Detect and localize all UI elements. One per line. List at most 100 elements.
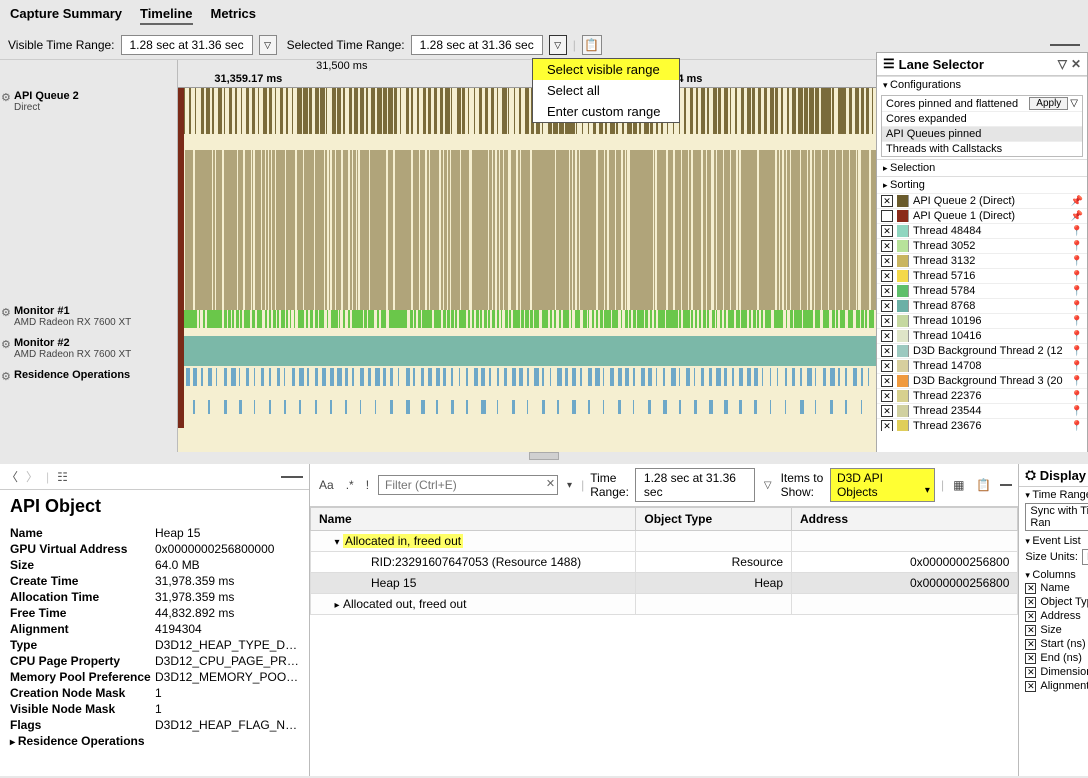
checkbox[interactable]: ✕ [1025,583,1036,594]
checkbox[interactable]: ✕ [1025,597,1036,608]
mid-time-range-dropdown[interactable]: ▽ [761,480,775,491]
filter-input[interactable] [378,475,558,495]
collapse-props-button[interactable] [281,476,303,478]
lane-residence-ops[interactable]: ⚙ Residence Operations [0,367,177,393]
copy-range-button[interactable]: 📋 [582,35,602,55]
pin-icon[interactable]: 📍 [1071,406,1083,417]
lane-item[interactable]: ✕ Thread 48484 📍 [877,223,1087,238]
checkbox[interactable]: ✕ [1025,611,1036,622]
pin-icon[interactable]: 📍 [1071,421,1083,432]
items-to-show-select[interactable]: D3D API Objects [830,468,935,502]
menu-enter-custom[interactable]: Enter custom range [533,101,679,122]
lane-item[interactable]: ✕ D3D Background Thread 3 (20 📍 [877,373,1087,388]
config-row[interactable]: API Queues pinned [882,127,1082,142]
lane-item[interactable]: ✕ Thread 5716 📍 [877,268,1087,283]
column-checkbox[interactable]: ✕End (ns) [1025,651,1088,665]
pin-icon[interactable]: 📍 [1071,331,1083,342]
object-table[interactable]: Name Object Type Address ▾Allocated in, … [310,507,1018,615]
checkbox[interactable]: ✕ [881,270,893,282]
column-checkbox[interactable]: ✕Size [1025,623,1088,637]
pin-icon[interactable]: 📍 [1071,226,1083,237]
column-checkbox[interactable]: ✕Address [1025,609,1088,623]
lane-item[interactable]: API Queue 1 (Direct) 📌 [877,208,1087,223]
col-type[interactable]: Object Type [636,508,792,531]
close-icon[interactable]: ✕ [1071,57,1081,71]
gear-icon[interactable]: ⚙ [1,91,11,104]
checkbox[interactable]: ✕ [881,225,893,237]
column-checkbox[interactable]: ✕Dimension [1025,665,1088,679]
pin-icon[interactable]: 📍 [1071,316,1083,327]
checkbox[interactable]: ✕ [1025,625,1036,636]
checkbox[interactable]: ✕ [881,285,893,297]
checkbox[interactable]: ✕ [881,315,893,327]
expand-icon[interactable]: ▸ [331,600,343,611]
horizontal-splitter[interactable] [0,452,1088,464]
regex-icon[interactable]: .* [343,478,357,492]
nav-forward-button[interactable]: 〉 [26,468,38,485]
visible-range-dropdown[interactable]: ▽ [259,35,277,55]
column-checkbox[interactable]: ✕Start (ns) [1025,637,1088,651]
checkbox[interactable]: ✕ [881,345,893,357]
lane-item[interactable]: ✕ Thread 22376 📍 [877,388,1087,403]
size-units-select[interactable]: Bytes (B) [1082,549,1088,565]
column-checkbox[interactable]: ✕Name [1025,581,1088,595]
lane-item[interactable]: ✕ Thread 23676 📍 [877,418,1087,431]
checkbox[interactable]: ✕ [881,330,893,342]
checkbox[interactable]: ✕ [881,300,893,312]
config-row[interactable]: Threads with Callstacks [882,142,1082,156]
section-columns[interactable]: Columns [1019,567,1088,581]
clear-filter-button[interactable]: ✕ [546,477,555,490]
checkbox[interactable]: ✕ [881,420,893,431]
gear-icon[interactable]: ⚙ [1,306,11,319]
table-row[interactable]: ▸Allocated out, freed out [311,594,1018,615]
table-row[interactable]: ▾Allocated in, freed out [311,531,1018,552]
section-time-range[interactable]: Time Range [1019,487,1088,501]
section-event-list[interactable]: Event List [1019,533,1088,547]
config-row[interactable]: Cores pinned and flattenedApply▽ [882,96,1082,112]
config-row[interactable]: Cores expanded [882,112,1082,127]
pin-icon[interactable]: 📍 [1071,391,1083,402]
chevron-down-icon[interactable]: ▾ [564,480,575,491]
visible-range-value[interactable]: 1.28 sec at 31.36 sec [121,35,253,55]
lane-item[interactable]: ✕ Thread 8768 📍 [877,298,1087,313]
prop-expander[interactable]: Residence Operations [10,734,155,748]
lane-item[interactable]: ✕ Thread 10196 📍 [877,313,1087,328]
lane-item[interactable]: ✕ Thread 3132 📍 [877,253,1087,268]
collapse-top-button[interactable] [1050,44,1080,46]
chevron-down-icon[interactable]: ▽ [1058,57,1067,71]
pin-icon[interactable]: 📍 [1071,346,1083,357]
checkbox[interactable]: ✕ [881,240,893,252]
pin-icon[interactable]: 📌 [1071,211,1083,222]
checkbox[interactable] [881,210,893,222]
lane-monitor-1[interactable]: ⚙ Monitor #1 AMD Radeon RX 7600 XT [0,303,177,335]
lane-item[interactable]: ✕ API Queue 2 (Direct) 📌 [877,193,1087,208]
section-configurations[interactable]: Configurations [877,76,1087,93]
pin-icon[interactable]: 📍 [1071,241,1083,252]
lane-monitor-2[interactable]: ⚙ Monitor #2 AMD Radeon RX 7600 XT [0,335,177,367]
pin-icon[interactable]: 📍 [1071,301,1083,312]
table-row[interactable]: Heap 15 Heap0x0000000256800 [311,573,1018,594]
chevron-down-icon[interactable]: ▽ [1070,98,1078,109]
gear-icon[interactable]: ⚙ [1,338,11,351]
hierarchy-icon[interactable]: ☷ [57,470,68,484]
lane-item[interactable]: ✕ Thread 5784 📍 [877,283,1087,298]
lane-item[interactable]: ✕ Thread 3052 📍 [877,238,1087,253]
nav-back-button[interactable]: 〈 [6,468,18,485]
pin-icon[interactable]: 📌 [1071,196,1083,207]
checkbox[interactable]: ✕ [881,375,893,387]
checkbox[interactable]: ✕ [881,390,893,402]
column-checkbox[interactable]: ✕Object Type [1025,595,1088,609]
pin-icon[interactable]: 📍 [1071,271,1083,282]
lane-item[interactable]: ✕ Thread 23544 📍 [877,403,1087,418]
gear-icon[interactable]: ⚙ [1,370,11,383]
sync-range-select[interactable]: Sync with Timeline's Selected Ran [1025,503,1088,531]
checkbox[interactable]: ✕ [881,405,893,417]
lane-item[interactable]: ✕ Thread 10416 📍 [877,328,1087,343]
col-name[interactable]: Name [311,508,636,531]
collapse-mid-button[interactable] [1000,484,1012,486]
tab-metrics[interactable]: Metrics [211,6,257,25]
checkbox[interactable]: ✕ [1025,681,1036,692]
selected-range-dropdown[interactable]: ▽ [549,35,567,55]
pin-icon[interactable]: 📍 [1071,286,1083,297]
menu-select-all[interactable]: Select all [533,80,679,101]
